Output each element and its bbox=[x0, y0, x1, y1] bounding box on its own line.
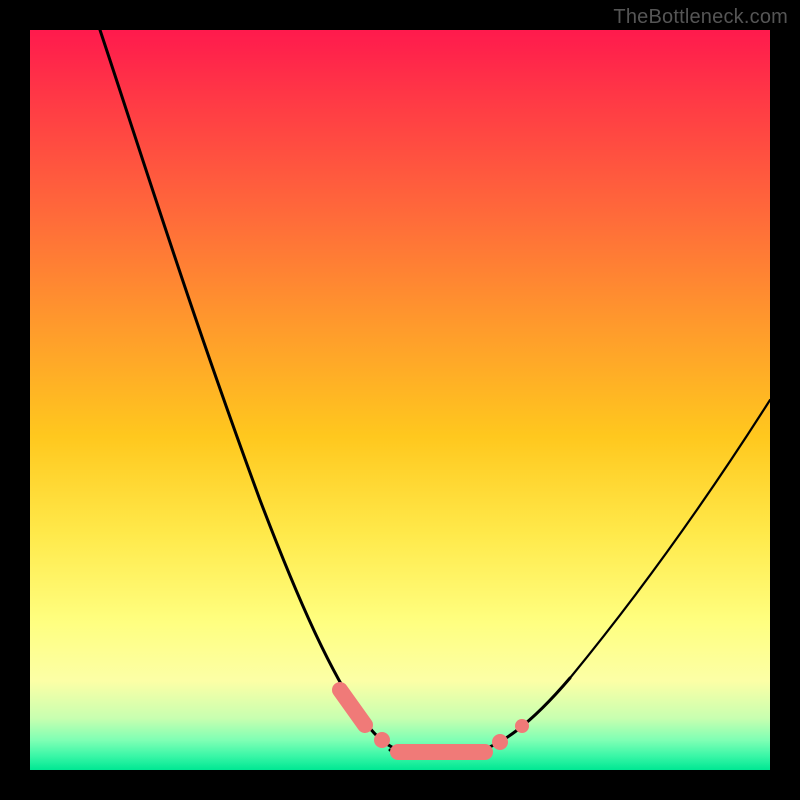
curve-right-branch-upper bbox=[570, 400, 770, 678]
curve-layer bbox=[30, 30, 770, 770]
watermark-text: TheBottleneck.com bbox=[613, 6, 788, 29]
marker-left-descent-capsule bbox=[340, 690, 365, 725]
marker-right-shoulder-dot-1 bbox=[492, 734, 508, 750]
plot-area bbox=[30, 30, 770, 770]
marker-right-shoulder-dot-2 bbox=[515, 719, 529, 733]
marker-left-shoulder-dot bbox=[374, 732, 390, 748]
chart-frame: TheBottleneck.com bbox=[0, 0, 800, 800]
curve-left-branch bbox=[100, 30, 405, 752]
curve-right-branch-lower bbox=[475, 678, 570, 752]
